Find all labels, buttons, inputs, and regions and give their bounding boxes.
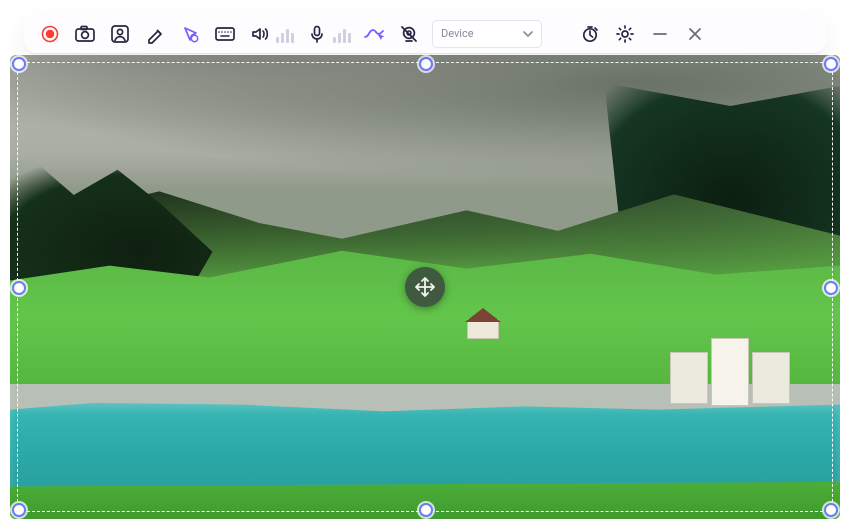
webcam-off-icon	[399, 24, 419, 44]
selection-handle-bottom-left[interactable]	[12, 503, 26, 517]
selection-handle-top-middle[interactable]	[419, 57, 433, 71]
person-box-icon	[110, 24, 130, 44]
selection-move-button[interactable]	[405, 267, 445, 307]
timer-icon	[580, 24, 600, 44]
selection-handle-bottom-middle[interactable]	[419, 503, 433, 517]
microphone-icon	[307, 24, 327, 44]
move-arrows-icon	[414, 276, 436, 298]
capture-preview	[10, 55, 840, 519]
system-audio-button[interactable]	[244, 18, 276, 50]
draw-button[interactable]	[139, 18, 171, 50]
webcam-off-button[interactable]	[393, 18, 425, 50]
keystroke-button[interactable]	[209, 18, 241, 50]
selection-handle-bottom-right[interactable]	[824, 503, 838, 517]
cursor-path-icon	[363, 24, 385, 44]
record-button[interactable]	[34, 18, 66, 50]
selection-overlay	[10, 55, 840, 519]
gear-icon	[615, 24, 635, 44]
camera-icon	[74, 24, 96, 44]
record-icon	[40, 24, 60, 44]
recorder-toolbar: Device	[24, 14, 826, 53]
pencil-icon	[145, 24, 165, 44]
selection-handle-middle-left[interactable]	[12, 281, 26, 295]
minimize-button[interactable]	[644, 18, 676, 50]
screen-recorder-window: Device	[0, 0, 850, 529]
close-icon	[687, 26, 703, 42]
system-audio-level-meter	[276, 25, 294, 43]
selection-handle-top-left[interactable]	[12, 57, 26, 71]
chevron-down-icon	[523, 29, 533, 39]
speaker-icon	[250, 24, 270, 44]
settings-button[interactable]	[609, 18, 641, 50]
timer-button[interactable]	[574, 18, 606, 50]
screenshot-button[interactable]	[69, 18, 101, 50]
device-select[interactable]: Device	[432, 20, 542, 48]
keyboard-icon	[214, 25, 236, 43]
cursor-path-button[interactable]	[358, 18, 390, 50]
close-button[interactable]	[679, 18, 711, 50]
microphone-button[interactable]	[301, 18, 333, 50]
selection-handle-middle-right[interactable]	[824, 281, 838, 295]
cursor-highlight-button[interactable]	[174, 18, 206, 50]
webcam-button[interactable]	[104, 18, 136, 50]
system-audio-group	[244, 18, 294, 50]
microphone-group	[301, 18, 351, 50]
selection-handle-top-right[interactable]	[824, 57, 838, 71]
minimize-icon	[652, 26, 668, 42]
microphone-level-meter	[333, 25, 351, 43]
cursor-click-icon	[180, 24, 200, 44]
device-select-label: Device	[441, 27, 474, 40]
